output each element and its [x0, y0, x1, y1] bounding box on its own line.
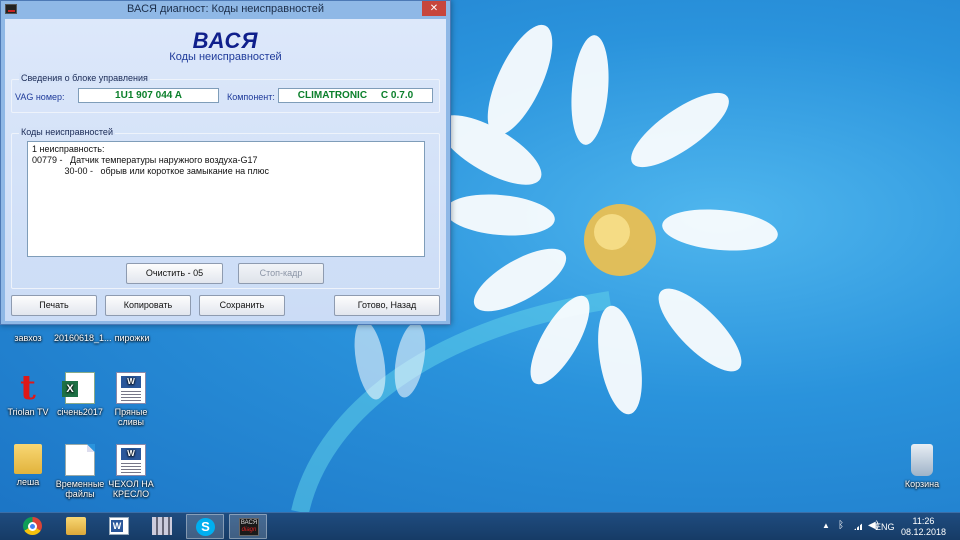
desktop-icon-label: Корзина [904, 479, 940, 489]
taskbar-explorer[interactable] [57, 514, 95, 539]
vag-number-field[interactable]: 1U1 907 044 A [78, 88, 219, 103]
fault-line: 30-00 - обрыв или короткое замыкание на … [32, 166, 270, 176]
save-button[interactable]: Сохранить [199, 295, 285, 316]
desktop-icon-pryanye-slivy[interactable]: W Пряные сливы [103, 372, 159, 427]
desktop-icon-recycle-bin[interactable]: Корзина [894, 444, 950, 489]
fault-line: 00779 - Датчик температуры наружного воз… [32, 155, 258, 165]
done-back-button[interactable]: Готово, Назад [334, 295, 440, 316]
freeze-frame-button[interactable]: Стоп-кадр [238, 263, 324, 284]
desktop-icon-lesha[interactable]: леша [0, 444, 56, 487]
fault-codes-list[interactable]: 1 неисправность: 00779 - Датчик температу… [27, 141, 425, 257]
window-title: ВАСЯ диагност: Коды неисправностей [127, 3, 324, 15]
vasya-app-icon: ВАСЯ diagn [239, 518, 259, 536]
recycle-bin-icon [911, 444, 933, 476]
taskbar-skype[interactable]: S [186, 514, 224, 539]
close-button[interactable]: ✕ [422, 1, 446, 16]
copy-button[interactable]: Копировать [105, 295, 191, 316]
desktop-icon-label: пирожки [114, 333, 150, 343]
blank-file-icon [65, 444, 95, 476]
desktop-icon-label: леша [16, 477, 40, 487]
folder-icon [14, 444, 42, 474]
vag-number-label: VAG номер: [15, 92, 65, 102]
file-explorer-icon [66, 517, 86, 535]
desktop-icon-temp-files[interactable]: Временные файлы [52, 444, 108, 499]
taskbar-vasya[interactable]: ВАСЯ diagn [229, 514, 267, 539]
triolan-t-icon: t [20, 368, 36, 408]
component-field[interactable]: CLIMATRONIC C 0.7.0 [278, 88, 433, 103]
skype-icon: S [196, 518, 215, 536]
taskbar: S ВАСЯdiagn ▲ ᛒ ◀) ENG 11:26 08.12.2018 [0, 512, 960, 540]
desktop-icon-label: січень2017 [57, 407, 103, 417]
clear-codes-button[interactable]: Очистить - 05 [126, 263, 223, 284]
desktop-icon-chehol[interactable]: W ЧЕХОЛ НА КРЕСЛО [103, 444, 159, 499]
desktop-icon-triolan-tv[interactable]: t Triolan TV [0, 368, 56, 417]
desktop-icon-label: Временные файлы [55, 479, 105, 499]
control-unit-legend: Сведения о блоке управления [19, 73, 150, 83]
page-subtitle: Коды неисправностей [169, 51, 282, 63]
taskbar-app[interactable] [143, 514, 181, 539]
clock-date: 08.12.2018 [900, 527, 946, 537]
desktop-icon-label: завхоз [14, 333, 42, 343]
app-grid-icon [152, 517, 172, 535]
component-label: Компонент: [227, 92, 275, 102]
tray-overflow-icon[interactable]: ▲ [822, 521, 830, 530]
window-content: ВАСЯ Коды неисправностей Сведения о блок… [5, 19, 446, 321]
taskbar-word[interactable] [100, 514, 138, 539]
fault-line: 1 неисправность: [32, 144, 105, 154]
vasya-diagnostics-window: ВАСЯ диагност: Коды неисправностей ✕ ВАС… [0, 0, 451, 325]
word-document-icon: W [116, 444, 146, 476]
word-document-icon: W [116, 372, 146, 404]
vasya-icon-text: ВАСЯ [240, 520, 258, 526]
desktop-icon-label: Triolan TV [7, 407, 49, 417]
network-icon[interactable] [854, 522, 864, 530]
window-titlebar[interactable]: ВАСЯ диагност: Коды неисправностей ✕ [1, 1, 450, 18]
desktop-icon-label: ЧЕХОЛ НА КРЕСЛО [108, 479, 154, 499]
taskbar-clock[interactable]: 11:26 08.12.2018 [901, 516, 946, 538]
taskbar-chrome[interactable] [14, 514, 52, 539]
desktop-icon-label: Пряные сливы [114, 407, 148, 427]
chrome-icon [23, 517, 42, 535]
language-indicator[interactable]: ENG [875, 522, 895, 532]
desktop-icon-label: 20160618_1... [54, 333, 112, 343]
fault-codes-legend: Коды неисправностей [19, 127, 115, 137]
bluetooth-icon[interactable]: ᛒ [838, 520, 844, 531]
print-button[interactable]: Печать [11, 295, 97, 316]
vasya-icon-subtext: diagn [241, 527, 257, 533]
word-icon [109, 517, 129, 535]
desktop-icon-sichen2017[interactable]: X січень2017 [52, 372, 108, 417]
excel-file-icon: X [62, 372, 95, 404]
clock-time: 11:26 [912, 516, 935, 526]
